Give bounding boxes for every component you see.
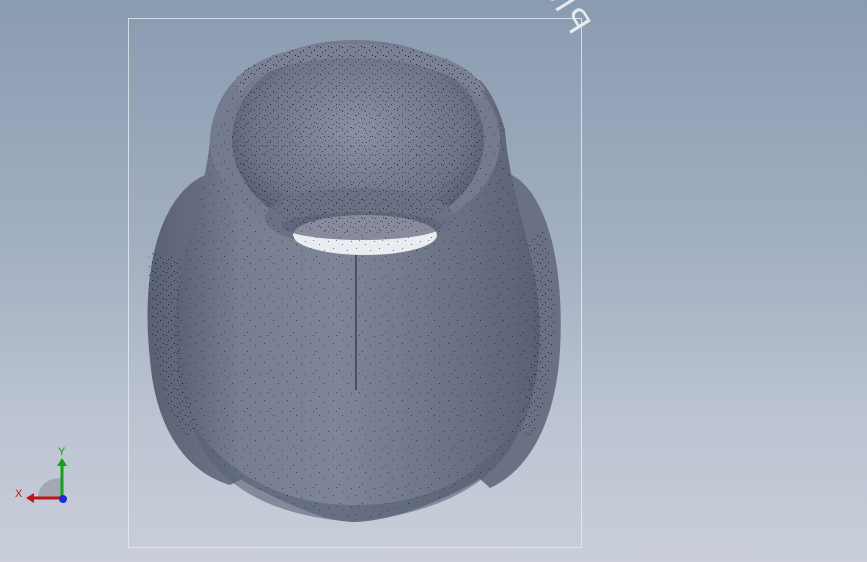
graphics-viewport[interactable]: Plane 1 [0, 0, 867, 562]
y-arrow-head-icon [57, 458, 67, 466]
triad-plane-icon [38, 478, 62, 498]
x-axis-label: X [15, 488, 23, 500]
x-arrow-head-icon [26, 493, 34, 503]
part-model[interactable] [0, 0, 867, 562]
y-axis-label: Y [58, 446, 66, 458]
view-triad[interactable]: Y X [12, 440, 82, 510]
z-axis-dot [59, 495, 67, 503]
